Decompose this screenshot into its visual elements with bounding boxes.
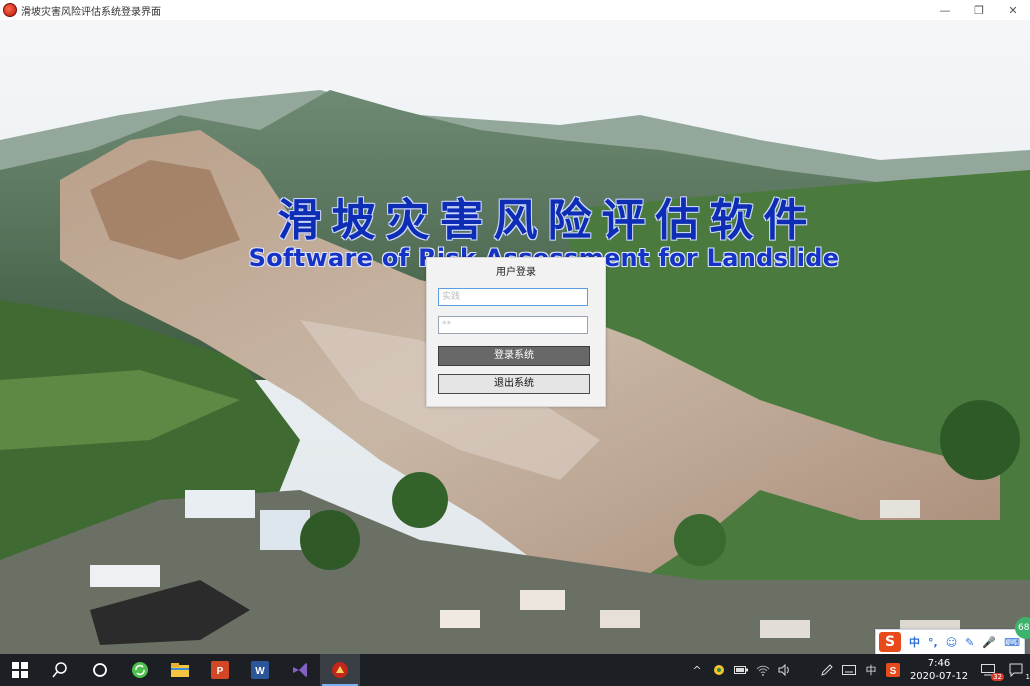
ime-chinese-mode[interactable]: 中 xyxy=(909,634,920,650)
system-tray: ^ 中 S 7:46 2020-07-12 32 1 xyxy=(686,654,1030,686)
ime-toolbar[interactable]: S 中 °, ☺ ✎ 🎤 ⌨ xyxy=(875,629,1025,655)
taskbar: P W ^ 中 S 7:46 2020-07-12 32 1 xyxy=(0,654,1030,686)
wifi-icon[interactable] xyxy=(752,654,774,686)
ime-handwrite-icon[interactable]: ✎ xyxy=(965,636,974,649)
username-field[interactable]: 实践 xyxy=(438,288,588,306)
cortana-icon[interactable] xyxy=(80,654,120,686)
password-field[interactable]: ** xyxy=(438,316,588,334)
clock[interactable]: 7:46 2020-07-12 xyxy=(904,657,974,683)
sync-app-icon[interactable] xyxy=(120,654,160,686)
window-title-bar: 滑坡灾害风险评估系统登录界面 — ❐ ✕ xyxy=(0,0,1030,20)
ime-score-badge: 68 xyxy=(1015,617,1030,639)
file-explorer-icon[interactable] xyxy=(160,654,200,686)
pen-icon[interactable] xyxy=(816,654,838,686)
windows-start-icon[interactable] xyxy=(0,654,40,686)
ime-emoji-icon[interactable]: ☺ xyxy=(946,636,957,649)
battery-icon[interactable] xyxy=(730,654,752,686)
visual-studio-icon[interactable] xyxy=(280,654,320,686)
notifications-icon[interactable]: 32 xyxy=(974,654,1004,686)
sogou-ime-logo-icon[interactable]: S xyxy=(879,632,901,652)
svg-text:P: P xyxy=(217,666,224,677)
ime-keyboard-icon[interactable]: ⌨ xyxy=(1004,636,1020,649)
close-button[interactable]: ✕ xyxy=(996,0,1030,20)
volume-icon[interactable] xyxy=(774,654,796,686)
app-icon xyxy=(3,3,17,17)
clock-date: 2020-07-12 xyxy=(909,671,969,682)
keyboard-icon[interactable] xyxy=(838,654,860,686)
login-button[interactable]: 登录系统 xyxy=(438,346,590,366)
tray-expand-icon[interactable]: ^ xyxy=(686,654,708,686)
window-title: 滑坡灾害风险评估系统登录界面 xyxy=(21,6,161,18)
exit-button[interactable]: 退出系统 xyxy=(438,374,590,394)
svg-text:W: W xyxy=(255,666,265,677)
maximize-button[interactable]: ❐ xyxy=(962,0,996,20)
action-center-icon[interactable]: 1 xyxy=(1002,654,1030,686)
input-mode-indicator[interactable]: 中 xyxy=(860,654,882,686)
search-icon[interactable] xyxy=(40,654,80,686)
login-panel: 用户登录 实践 ** 登录系统 退出系统 xyxy=(426,257,606,407)
powerpoint-icon[interactable]: P xyxy=(200,654,240,686)
action-center-count: 1 xyxy=(1023,673,1030,681)
sogou-tray-icon[interactable]: S xyxy=(882,654,904,686)
ime-voice-icon[interactable]: 🎤 xyxy=(982,636,996,649)
landslide-app-icon[interactable] xyxy=(320,654,360,686)
ime-punctuation-icon[interactable]: °, xyxy=(928,636,938,649)
login-title: 用户登录 xyxy=(496,267,536,278)
software-title-chinese: 滑坡灾害风险评估软件 xyxy=(277,195,818,246)
word-icon[interactable]: W xyxy=(240,654,280,686)
clock-time: 7:46 xyxy=(927,658,951,669)
tray-app-icon[interactable] xyxy=(708,654,730,686)
tray-spacer xyxy=(796,654,816,686)
svg-text:S: S xyxy=(890,666,897,677)
minimize-button[interactable]: — xyxy=(928,0,962,20)
